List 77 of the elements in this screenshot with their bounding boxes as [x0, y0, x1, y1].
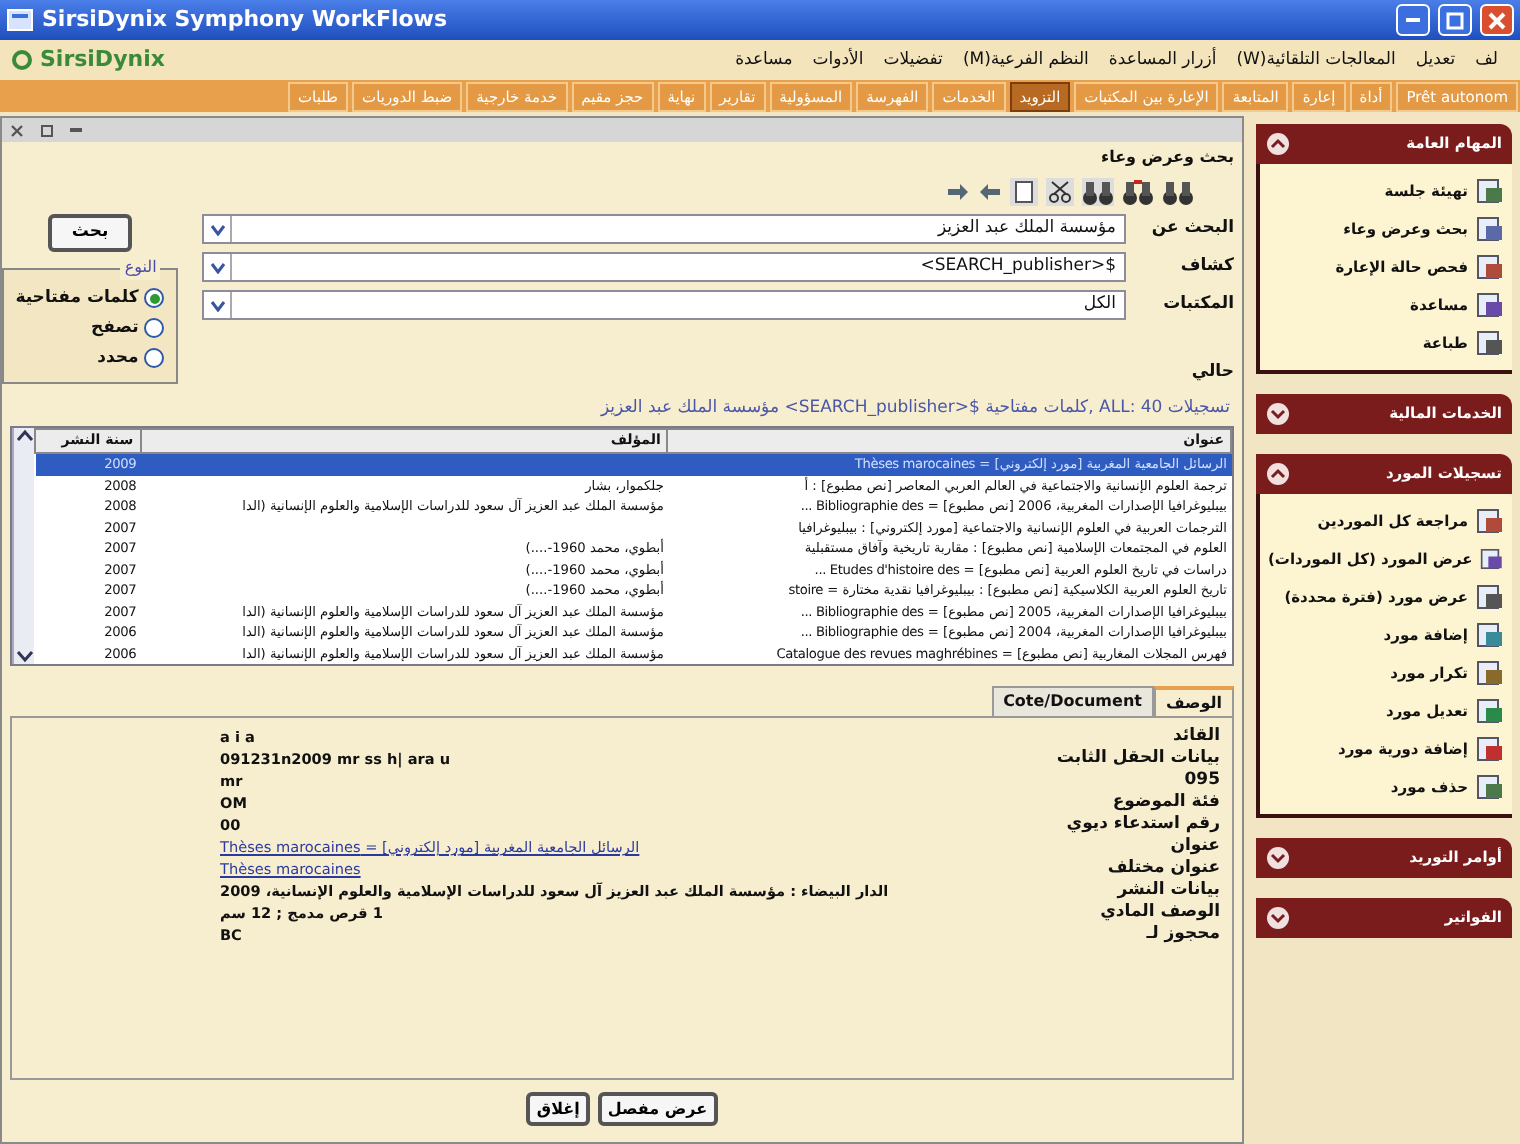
document-icon: [1476, 774, 1504, 800]
dropdown-field[interactable]: الكل: [202, 290, 1126, 320]
menu-item[interactable]: الأدوات: [802, 47, 874, 73]
field-label: فئة الموضوع: [1110, 792, 1220, 815]
document-icon: [1480, 546, 1504, 572]
right-arrow-icon[interactable]: [946, 182, 970, 202]
field-label: رقم استدعاء ديوي: [1064, 814, 1220, 837]
caret-icon: [209, 223, 225, 235]
scrollbar[interactable]: [12, 428, 34, 665]
menu-item[interactable]: تفضيلات: [873, 47, 953, 73]
menu-item[interactable]: مساعدة: [725, 47, 803, 73]
menu-item[interactable]: النظم الفرعية(M): [952, 47, 1099, 73]
field-label: عنوان مختلف: [1105, 858, 1220, 881]
document-icon: [1476, 584, 1504, 610]
dropdown-field[interactable]: $<SEARCH_publisher>: [202, 252, 1126, 282]
close-icon: [1488, 11, 1506, 29]
field-label: عنوان: [1168, 836, 1220, 859]
document-icon: [1476, 292, 1504, 318]
search-button[interactable]: بحث: [47, 214, 133, 252]
minimize-button[interactable]: [1396, 4, 1430, 36]
results-summary: تسجيلات 40 :ALL ,كلمات مفتاحية $<SEARCH_publisher> مؤسسة الملك عبد العزيز: [598, 395, 1232, 421]
dialog-button[interactable]: عرض مفصل: [597, 1092, 718, 1126]
window-title: SirsiDynix Symphony WorkFlows: [42, 3, 448, 36]
document-icon: [1476, 508, 1504, 534]
minimize-icon: [1406, 18, 1420, 22]
chevron-icon: [1266, 846, 1290, 870]
field-label: بيانات النشر: [1114, 880, 1220, 903]
dialog-button[interactable]: إغلاق: [526, 1092, 590, 1126]
field-label: حالي: [1191, 362, 1234, 382]
group-label: النوع: [120, 256, 161, 280]
document-icon: [1476, 698, 1504, 724]
document-icon: [1476, 660, 1504, 686]
field-label: المكتبات: [1161, 292, 1234, 318]
document-icon: [1476, 216, 1504, 242]
field-label: كشاف: [1178, 254, 1234, 280]
detail-tab[interactable]: الوصف: [1153, 686, 1234, 717]
radio-option[interactable]: محدد: [15, 345, 165, 371]
dropdown-field[interactable]: مؤسسة الملك عبد العزيز: [202, 214, 1126, 244]
field-label: بيانات الحقل الثابت: [1054, 748, 1220, 771]
chevron-icon: [1266, 906, 1290, 930]
scissors-icon[interactable]: [1046, 178, 1074, 206]
logo-icon: [12, 50, 32, 70]
document-icon: [1476, 736, 1504, 762]
app-icon: [6, 8, 34, 32]
left-arrow-icon[interactable]: [978, 182, 1002, 202]
document-icon: [1476, 330, 1504, 356]
close-button[interactable]: [1480, 4, 1514, 36]
document-icon: [1476, 622, 1504, 648]
binoculars-icon[interactable]: [1082, 178, 1114, 206]
menu-item[interactable]: تعديل: [1405, 47, 1466, 73]
close-icon[interactable]: [10, 123, 24, 137]
menu-item[interactable]: أزرار المساعدة: [1098, 47, 1227, 73]
chevron-icon: [1266, 402, 1290, 426]
binoculars-icon[interactable]: [1162, 178, 1194, 206]
menu-item[interactable]: لف: [1465, 47, 1508, 73]
field-label: 095: [1184, 770, 1220, 793]
document-icon[interactable]: [1010, 178, 1038, 206]
maximize-icon: [1446, 11, 1464, 29]
field-label: القائد: [1170, 726, 1220, 749]
detail-tab[interactable]: Cote/Document: [991, 686, 1154, 717]
caret-icon: [209, 261, 225, 273]
menu-item[interactable]: المعالجات التلقائية(W): [1226, 47, 1406, 73]
panel-title: بحث وعرض وعاء: [1098, 146, 1236, 170]
document-icon: [1476, 178, 1504, 204]
caret-icon: [209, 299, 225, 311]
document-icon: [1476, 254, 1504, 280]
radio-option[interactable]: كلمات مفتاحية: [15, 286, 165, 312]
field-label: محجوز لـ: [1144, 924, 1220, 947]
maximize-button[interactable]: [1438, 4, 1472, 36]
binoculars-icon[interactable]: [1122, 178, 1154, 206]
chevron-icon: [1266, 462, 1290, 486]
field-label: الوصف المادي: [1098, 902, 1220, 925]
logo: SirsiDynix: [40, 43, 165, 76]
field-label: البحث عن: [1149, 216, 1234, 242]
maximize-icon[interactable]: [40, 123, 54, 137]
chevron-icon: [1266, 132, 1290, 156]
radio-option[interactable]: تصفح: [15, 315, 165, 341]
